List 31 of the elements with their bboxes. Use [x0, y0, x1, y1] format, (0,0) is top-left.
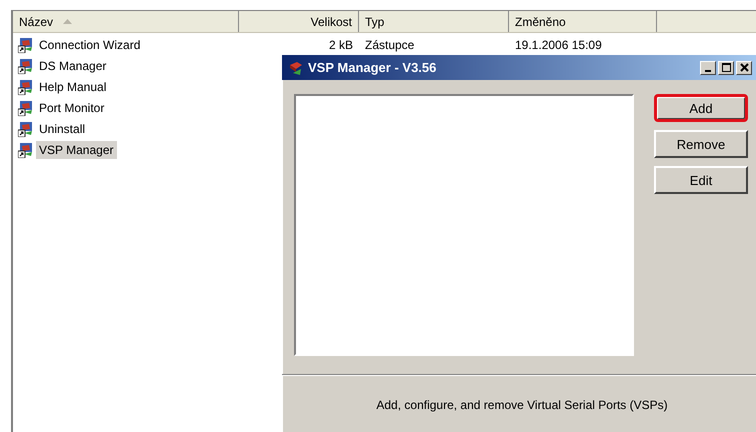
- file-name[interactable]: Port Monitor: [36, 98, 108, 116]
- shortcut-icon: [18, 58, 34, 74]
- file-type: Zástupce: [365, 38, 414, 52]
- file-modified-date: 19.1.2006 15:09: [515, 38, 602, 52]
- shortcut-icon: [18, 100, 34, 116]
- maximize-icon: [722, 63, 730, 72]
- file-name[interactable]: Help Manual: [36, 78, 110, 96]
- file-name[interactable]: VSP Manager: [36, 140, 116, 158]
- shortcut-icon: [18, 142, 34, 158]
- dialog-button[interactable]: Remove: [654, 130, 748, 158]
- shortcut-icon: [18, 36, 34, 52]
- file-name[interactable]: Connection Wizard: [36, 36, 144, 54]
- app-icon: [288, 60, 304, 76]
- dialog-button[interactable]: Edit: [654, 166, 748, 194]
- file-size: 2 kB: [328, 38, 353, 52]
- shortcut-icon: [18, 78, 34, 94]
- close-button[interactable]: [736, 60, 752, 74]
- column-header[interactable]: Název: [13, 11, 239, 32]
- maximize-button[interactable]: [718, 60, 734, 74]
- file-name[interactable]: Uninstall: [36, 120, 88, 138]
- column-header[interactable]: Typ: [359, 11, 509, 32]
- window-title: VSP Manager - V3.56: [308, 60, 436, 75]
- close-icon: [740, 63, 748, 72]
- minimize-button[interactable]: [700, 60, 716, 74]
- column-header[interactable]: Velikost: [239, 11, 359, 32]
- shortcut-icon: [18, 120, 34, 136]
- status-text: Add, configure, and remove Virtual Serial Ports (VSPs): [376, 398, 668, 412]
- file-name[interactable]: DS Manager: [36, 56, 110, 74]
- column-header[interactable]: Změněno: [509, 11, 657, 32]
- minimize-icon: [705, 70, 711, 72]
- dialog-button[interactable]: Add: [654, 94, 748, 122]
